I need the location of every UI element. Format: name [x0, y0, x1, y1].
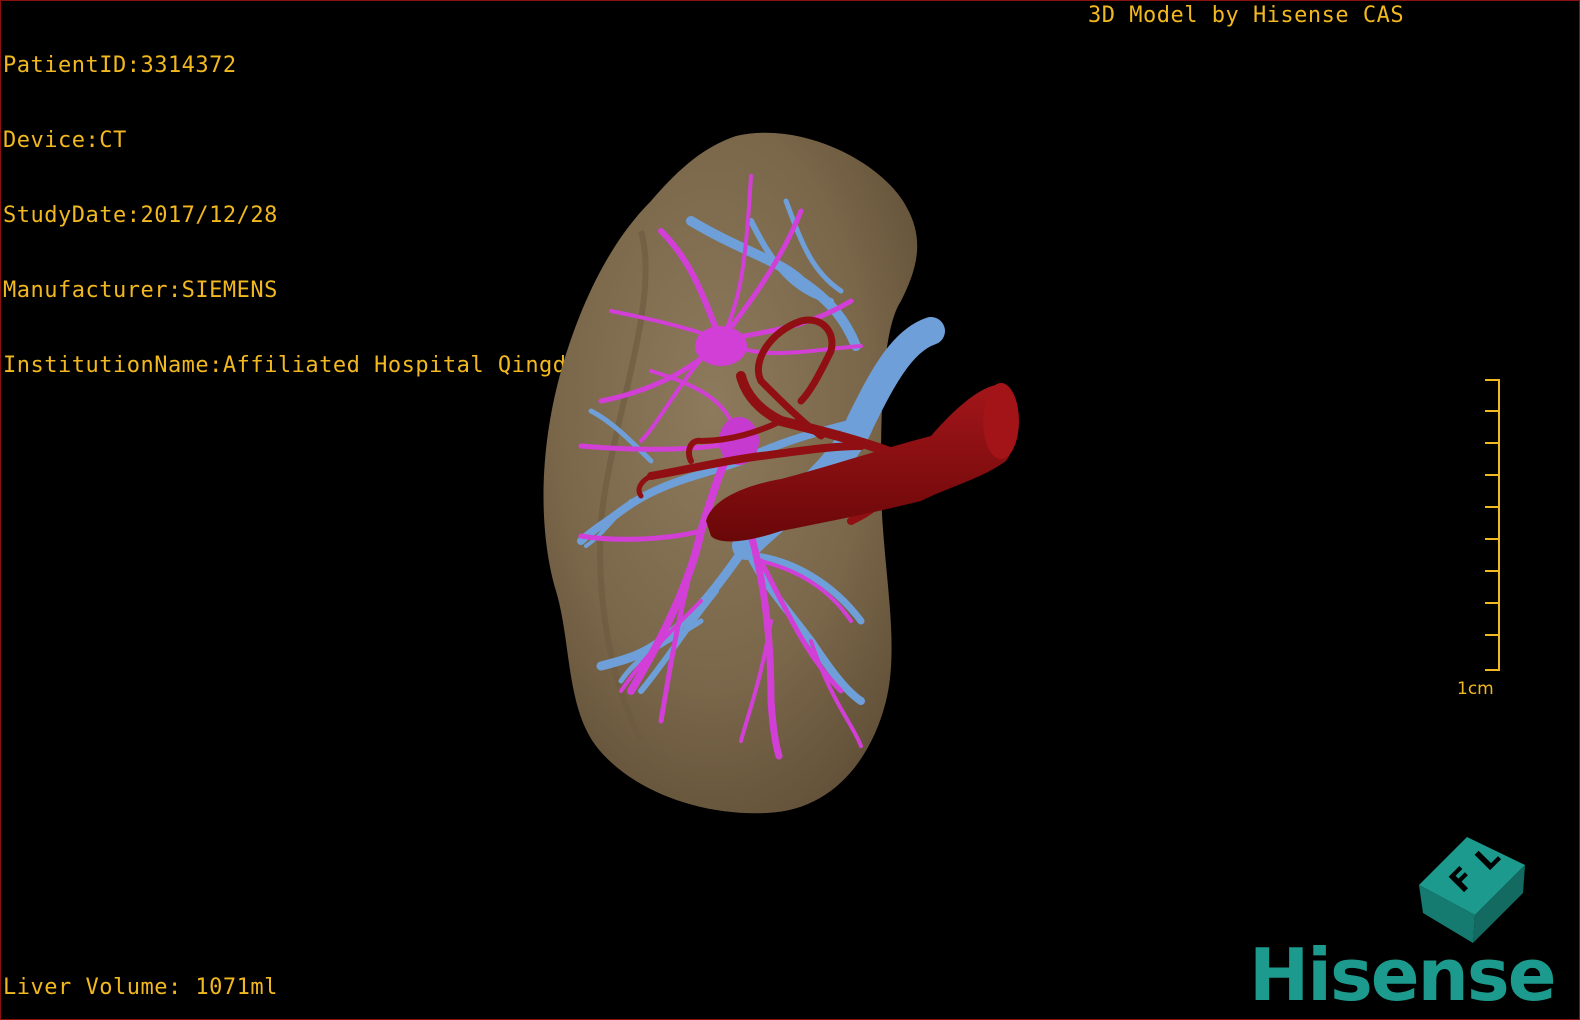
scale-label: 1cm	[1457, 679, 1494, 699]
hisense-logo: Hisense	[1249, 933, 1557, 1017]
3d-viewport[interactable]: PatientID:3314372 Device:CT StudyDate:20…	[0, 0, 1580, 1020]
scale-bar	[1485, 379, 1500, 671]
orientation-cube-icon[interactable]: F L	[1419, 837, 1539, 947]
liver-3d-model[interactable]	[1, 1, 1580, 1020]
ivc-cross-section	[983, 383, 1019, 459]
liver-volume-readout: Liver Volume: 1071ml	[3, 975, 278, 1000]
hepatic-vein-confluence	[695, 326, 747, 366]
